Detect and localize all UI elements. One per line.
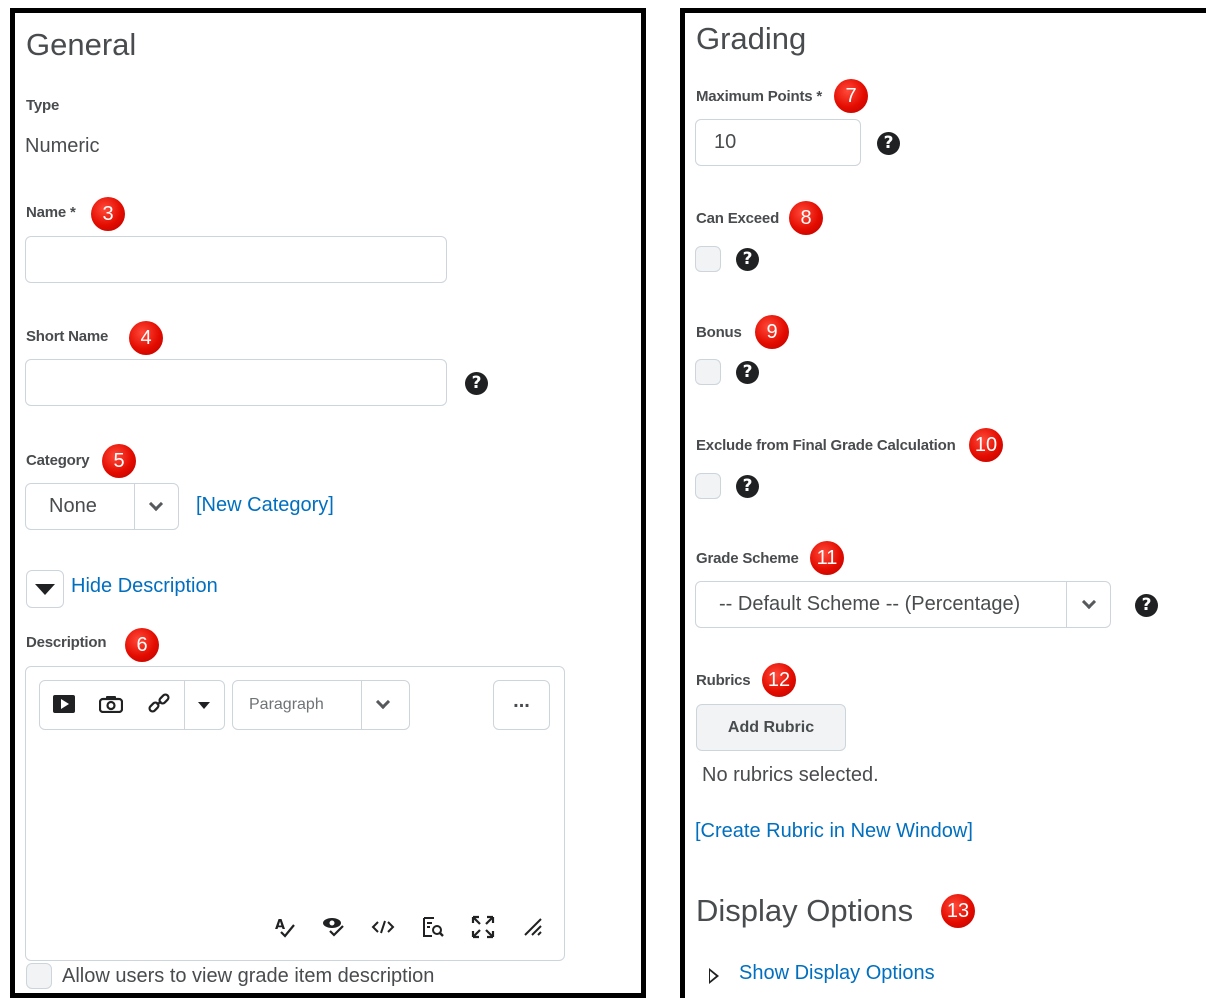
paragraph-select[interactable]: Paragraph — [232, 680, 410, 730]
can-exceed-label: Can Exceed — [696, 210, 780, 227]
chevron-down-icon — [1081, 594, 1097, 610]
short-name-input[interactable] — [25, 359, 447, 406]
allow-view-description-label: Allow users to view grade item descripti… — [62, 965, 435, 987]
description-editor[interactable]: Paragraph ... A — [25, 666, 565, 961]
select-divider — [361, 681, 362, 729]
help-icon[interactable]: ? — [877, 132, 900, 155]
source-code-icon[interactable] — [370, 915, 396, 944]
category-label: Category — [26, 452, 90, 469]
create-rubric-link[interactable]: [Create Rubric in New Window] — [695, 820, 973, 843]
callout-badge-6: 6 — [125, 628, 159, 662]
general-heading: General — [26, 27, 137, 62]
grading-heading: Grading — [696, 21, 807, 56]
chevron-down-icon — [375, 694, 391, 710]
link-icon[interactable] — [146, 691, 172, 720]
chevron-down-icon — [148, 496, 164, 512]
hide-description-toggle[interactable] — [26, 570, 64, 608]
category-select[interactable]: None — [25, 483, 179, 530]
type-value: Numeric — [25, 135, 100, 157]
callout-badge-4: 4 — [129, 321, 163, 355]
help-icon[interactable]: ? — [465, 372, 488, 395]
resize-handle-icon[interactable] — [520, 915, 546, 944]
toolbar-divider — [184, 681, 185, 729]
grading-panel: Grading Maximum Points * 7 ? Can Exceed … — [680, 8, 1206, 998]
help-icon[interactable]: ? — [736, 248, 759, 271]
select-divider — [134, 484, 135, 529]
grade-scheme-label: Grade Scheme — [696, 550, 799, 567]
camera-icon[interactable] — [98, 694, 124, 718]
callout-badge-11: 11 — [810, 541, 844, 575]
callout-badge-13: 13 — [941, 894, 975, 928]
name-label: Name * — [26, 204, 76, 221]
callout-badge-7: 7 — [834, 79, 868, 113]
accessibility-check-icon[interactable] — [321, 915, 347, 944]
category-select-value: None — [49, 495, 97, 517]
type-label: Type — [26, 97, 60, 114]
callout-badge-3: 3 — [91, 197, 125, 231]
caret-down-icon — [35, 584, 55, 595]
callout-badge-5: 5 — [102, 444, 136, 478]
callout-badge-9: 9 — [755, 315, 789, 349]
exclude-final-grade-checkbox[interactable] — [695, 473, 721, 499]
maximum-points-input[interactable] — [695, 119, 861, 166]
callout-badge-12: 12 — [762, 663, 796, 697]
rubrics-label: Rubrics — [696, 672, 751, 689]
display-options-heading: Display Options — [696, 893, 914, 928]
new-category-link[interactable]: [New Category] — [196, 494, 334, 517]
short-name-label: Short Name — [26, 328, 109, 345]
hide-description-link[interactable]: Hide Description — [71, 575, 218, 598]
help-icon[interactable]: ? — [736, 475, 759, 498]
name-input[interactable] — [25, 236, 447, 283]
select-divider — [1066, 582, 1067, 627]
callout-badge-8: 8 — [789, 201, 823, 235]
grade-scheme-select-value: -- Default Scheme -- (Percentage) — [719, 593, 1021, 615]
caret-right-icon[interactable] — [709, 968, 719, 984]
add-rubric-button[interactable]: Add Rubric — [696, 704, 846, 751]
fullscreen-icon[interactable] — [470, 915, 496, 944]
paragraph-select-value: Paragraph — [249, 696, 324, 713]
caret-down-icon[interactable] — [198, 702, 210, 709]
grade-scheme-select[interactable]: -- Default Scheme -- (Percentage) — [695, 581, 1111, 628]
show-display-options-link[interactable]: Show Display Options — [739, 962, 935, 985]
help-icon[interactable]: ? — [736, 361, 759, 384]
more-actions-button[interactable]: ... — [493, 680, 550, 730]
no-rubrics-text: No rubrics selected. — [702, 764, 879, 786]
maximum-points-label: Maximum Points * — [696, 88, 822, 105]
help-icon[interactable]: ? — [1135, 594, 1158, 617]
callout-badge-10: 10 — [969, 428, 1003, 462]
svg-text:A: A — [275, 918, 285, 933]
description-label: Description — [26, 634, 107, 651]
insert-toolbar-group — [39, 680, 225, 730]
general-panel: General Type Numeric Name * 3 Short Name… — [10, 8, 646, 998]
spellcheck-icon[interactable]: A — [272, 915, 298, 944]
exclude-final-grade-label: Exclude from Final Grade Calculation — [696, 437, 956, 454]
allow-view-description-checkbox[interactable] — [26, 963, 52, 989]
can-exceed-checkbox[interactable] — [695, 246, 721, 272]
bonus-checkbox[interactable] — [695, 359, 721, 385]
bonus-label: Bonus — [696, 324, 742, 341]
preview-icon[interactable] — [420, 915, 446, 944]
video-icon[interactable] — [51, 694, 77, 718]
